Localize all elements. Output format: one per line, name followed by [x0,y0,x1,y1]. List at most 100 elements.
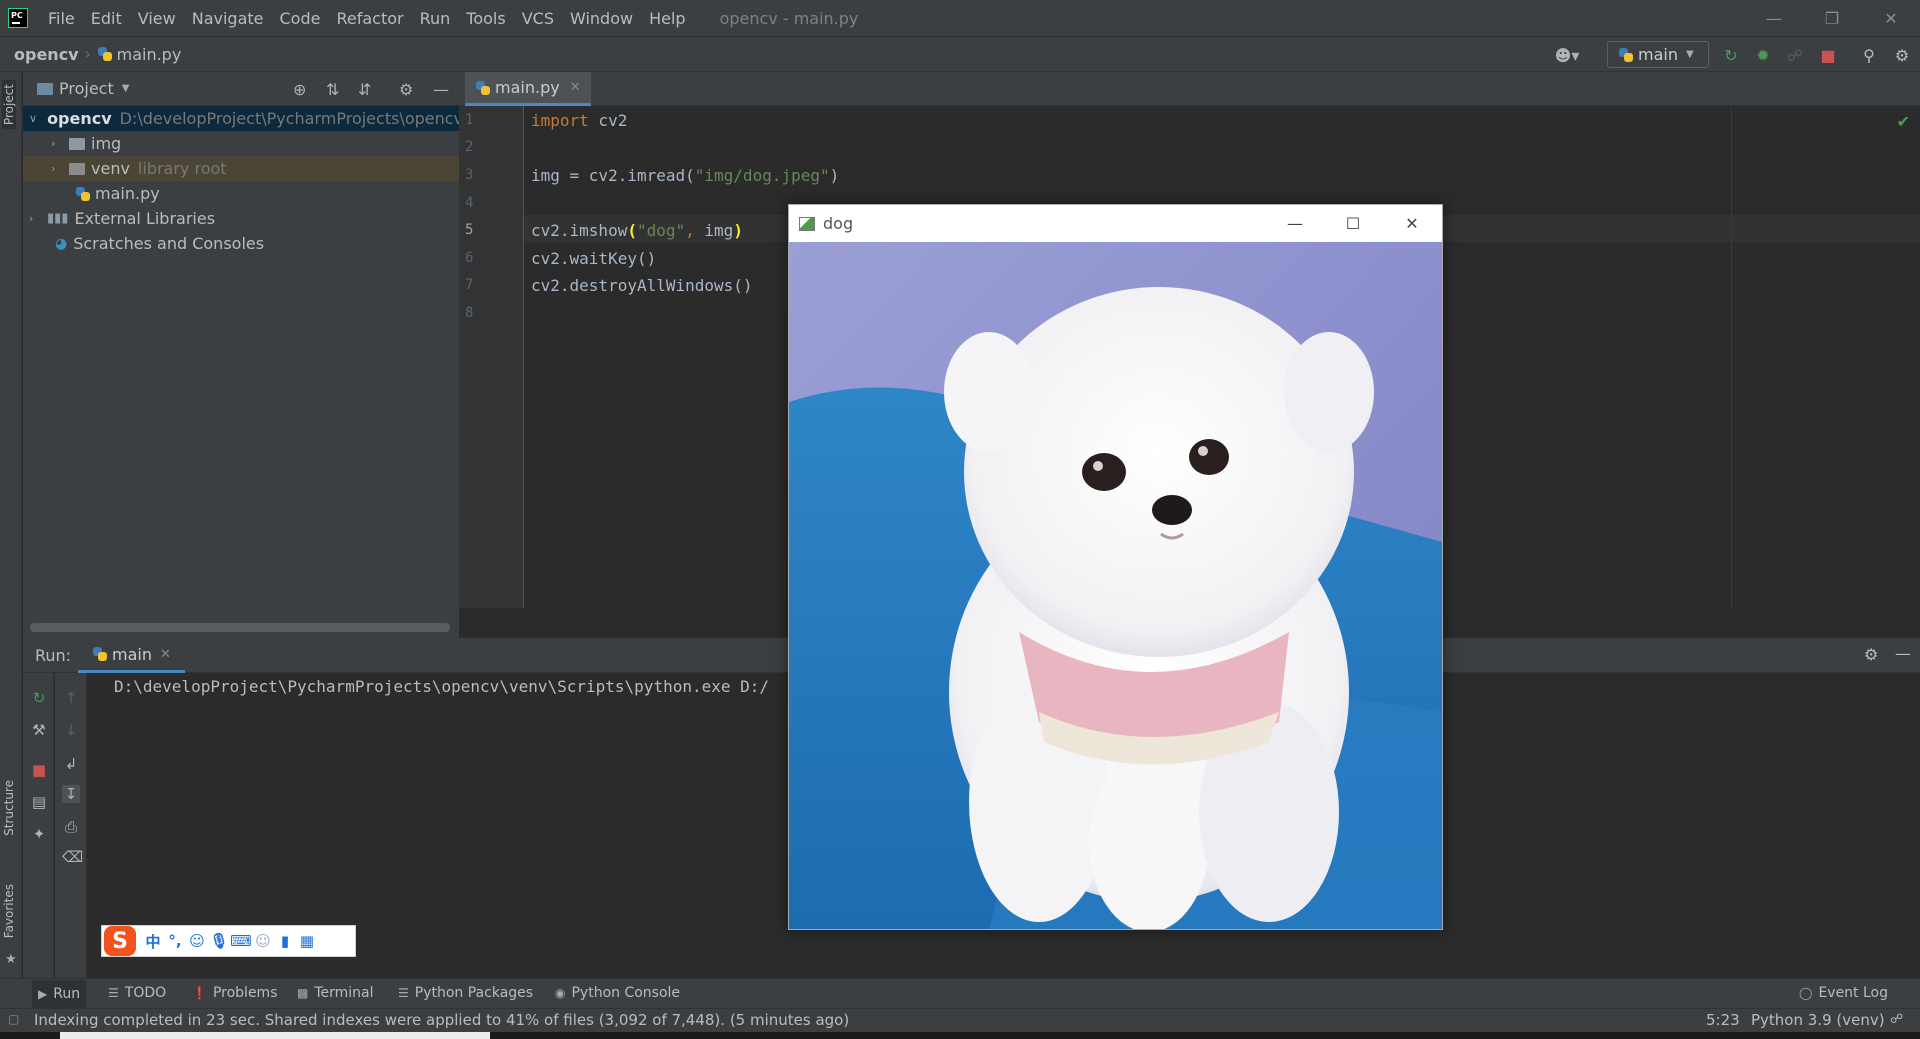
event-log-button[interactable]: ◯ Event Log [1799,985,1888,1001]
favorites-stripe-tab[interactable]: Favorites [2,884,16,938]
code-token: cv2 [588,111,628,130]
collapsed-arrow-icon[interactable]: › [51,137,65,150]
tool-window-terminal[interactable]: ▩ Terminal [297,985,374,1001]
menu-edit[interactable]: Edit [83,9,130,28]
up-arrow-icon[interactable]: ↑ [62,689,80,707]
interpreter-selector[interactable]: Python 3.9 (venv) [1751,1011,1885,1029]
stop-icon[interactable]: ■ [30,761,48,779]
menu-navigate[interactable]: Navigate [184,9,272,28]
taskbar-search-box[interactable] [60,1032,490,1039]
image-window-minimize-button[interactable]: — [1266,205,1324,242]
run-tab-main[interactable]: main ✕ [78,638,185,673]
menu-help[interactable]: Help [641,9,693,28]
breadcrumb-file[interactable]: main.py [117,45,182,64]
structure-stripe-tab[interactable]: Structure [2,780,16,836]
chevron-down-icon[interactable]: ▼ [122,83,130,94]
hide-run-panel-icon[interactable]: — [1895,644,1911,663]
trash-icon[interactable]: ⌫ [62,848,83,866]
search-icon[interactable]: ⚲ [1859,45,1879,65]
microphone-icon[interactable]: 🎙 [208,932,230,950]
layout-icon[interactable]: ▤ [30,793,48,811]
keyboard-icon[interactable]: ⌨ [230,932,252,950]
menu-file[interactable]: File [40,9,83,28]
close-window-button[interactable]: ✕ [1862,0,1920,36]
ime-punctuation-toggle[interactable]: °, [164,932,186,950]
toggle-tool-windows-icon[interactable]: ▢ [8,1012,19,1026]
list-icon: ☰ [108,986,119,1000]
tool-window-python-packages[interactable]: ☰ Python Packages [398,985,533,1001]
toolbox-grid-icon[interactable]: ▦ [296,932,318,950]
tool-window-run[interactable]: ▶ Run [32,980,87,1008]
breadcrumb-project[interactable]: opencv [14,45,79,64]
project-stripe-tab[interactable]: Project [2,80,16,130]
console-output[interactable]: D:\developProject\PycharmProjects\opencv… [114,677,769,696]
ime-mode-toggle[interactable]: 中 [142,931,164,952]
menu-vcs[interactable]: VCS [514,9,562,28]
breadcrumb-separator-icon: › [84,45,91,63]
tree-node-main-py[interactable]: main.py [23,181,459,206]
line-number: 4 [465,195,474,211]
menu-window[interactable]: Window [562,9,641,28]
user-profile-icon[interactable]: ☺ [252,932,274,950]
tool-window-todo[interactable]: ☰ TODO [108,985,166,1001]
caret-position[interactable]: 5:23 [1706,1011,1740,1029]
print-icon[interactable]: ⎙ [62,818,80,836]
venv-note: library root [137,159,227,178]
tree-node-scratches[interactable]: ◕ Scratches and Consoles [23,231,459,256]
menu-view[interactable]: View [130,9,184,28]
image-window-titlebar[interactable]: dog — ☐ ✕ [789,205,1442,242]
user-icon[interactable]: ☻▾ [1552,45,1582,65]
status-message[interactable]: Indexing completed in 23 sec. Shared ind… [34,1011,849,1029]
opencv-image-window[interactable]: dog — ☐ ✕ [788,204,1443,930]
debug-bug-icon[interactable]: ✹ [1753,45,1773,65]
menu-refactor[interactable]: Refactor [328,9,411,28]
soft-wrap-icon[interactable]: ↲ [62,755,80,773]
editor-tab-main-py[interactable]: main.py ✕ [465,72,591,106]
run-settings-gear-icon[interactable]: ⚙ [1864,645,1878,664]
speech-bubble-icon: ◯ [1799,986,1813,1000]
collapsed-arrow-icon[interactable]: › [51,162,65,175]
rerun-icon[interactable]: ↻ [30,689,48,707]
tool-window-python-console[interactable]: ◉ Python Console [555,985,680,1001]
collapse-all-icon[interactable]: ⇵ [358,80,371,99]
coverage-icon[interactable]: ☍ [1785,45,1805,65]
menu-code[interactable]: Code [272,9,329,28]
minimize-button[interactable]: — [1745,0,1803,36]
close-tab-icon[interactable]: ✕ [570,80,581,95]
hide-panel-icon[interactable]: — [433,80,449,99]
locate-target-icon[interactable]: ⊕ [293,80,306,99]
project-panel-title[interactable]: Project [59,79,114,98]
emoji-icon[interactable]: ☺ [186,932,208,950]
down-arrow-icon[interactable]: ↓ [62,721,80,739]
settings-gear-icon[interactable]: ⚙ [1892,45,1912,65]
tree-node-external-libraries[interactable]: › ▮▮▮ External Libraries [23,206,459,231]
code-line-5: cv2.imshow("dog", img) [531,221,743,240]
project-horizontal-scrollbar[interactable] [30,623,450,632]
stop-icon[interactable]: ■ [1818,45,1838,65]
line-number: 1 [465,112,474,128]
inspection-ok-check-icon[interactable]: ✔ [1897,112,1910,131]
image-window-close-button[interactable]: ✕ [1383,205,1441,242]
tree-node-img[interactable]: › img [23,131,459,156]
scroll-to-end-icon[interactable]: ↧ [62,785,80,803]
expand-all-icon[interactable]: ⇅ [326,80,339,99]
editor-tab-bar: main.py ✕ [459,72,1920,106]
expanded-arrow-icon[interactable]: ∨ [29,112,37,125]
restore-button[interactable]: ❐ [1803,0,1861,36]
rerun-icon[interactable]: ↻ [1721,45,1741,65]
tree-node-venv[interactable]: › venv library root [23,156,459,181]
image-window-maximize-button[interactable]: ☐ [1324,205,1382,242]
collapsed-arrow-icon[interactable]: › [29,212,43,225]
tree-node-root[interactable]: ∨ opencv D:\developProject\PycharmProjec… [23,106,459,131]
pin-icon[interactable]: ✦ [30,825,48,843]
panel-settings-gear-icon[interactable]: ⚙ [399,80,413,99]
menu-run[interactable]: Run [412,9,459,28]
wrench-icon[interactable]: ⚒ [30,721,48,739]
tool-window-problems[interactable]: ❗ Problems [192,985,277,1001]
close-tab-icon[interactable]: ✕ [160,647,171,662]
sogou-logo-icon[interactable]: S [104,926,136,956]
run-configuration-select[interactable]: main ▼ [1607,41,1709,68]
menu-tools[interactable]: Tools [458,9,513,28]
skin-shirt-icon[interactable]: ▮ [274,932,296,950]
lock-icon[interactable]: ☍ [1890,1012,1903,1027]
